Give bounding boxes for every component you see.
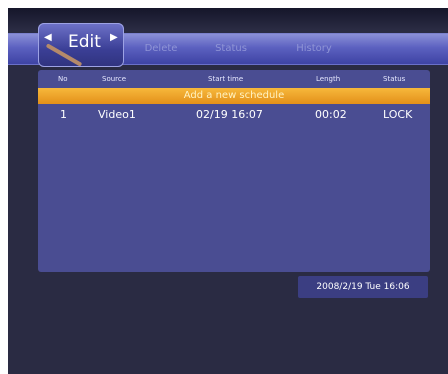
arrow-right-icon[interactable]: ▶: [110, 32, 118, 43]
cell-start-time: 02/19 16:07: [196, 108, 263, 121]
cell-source: Video1: [98, 108, 136, 121]
add-new-schedule-row[interactable]: Add a new schedule: [38, 88, 430, 104]
schedule-panel: No Source Start time Length Status Add a…: [38, 70, 430, 272]
tab-status[interactable]: Status: [204, 34, 258, 64]
header-length: Length: [316, 75, 341, 83]
tv-screen: Delete Status History ◀ Edit ▶ No Source…: [8, 8, 448, 374]
cell-length: 00:02: [315, 108, 347, 121]
cell-no: 1: [60, 108, 67, 121]
cell-status: LOCK: [383, 108, 413, 121]
header-start-time: Start time: [208, 75, 244, 83]
tab-delete[interactable]: Delete: [136, 34, 186, 64]
arrow-left-icon[interactable]: ◀: [44, 32, 52, 43]
table-row[interactable]: 1 Video1 02/19 16:07 00:02 LOCK: [38, 106, 430, 124]
header-no: No: [58, 75, 68, 83]
tab-edit-label: Edit: [68, 32, 101, 52]
tab-history[interactable]: History: [284, 34, 344, 64]
header-source: Source: [102, 75, 127, 83]
date-time-display: 2008/2/19 Tue 16:06: [298, 276, 428, 298]
header-status: Status: [383, 75, 406, 83]
table-header: No Source Start time Length Status: [38, 70, 430, 88]
tab-edit[interactable]: ◀ Edit ▶: [38, 23, 124, 67]
